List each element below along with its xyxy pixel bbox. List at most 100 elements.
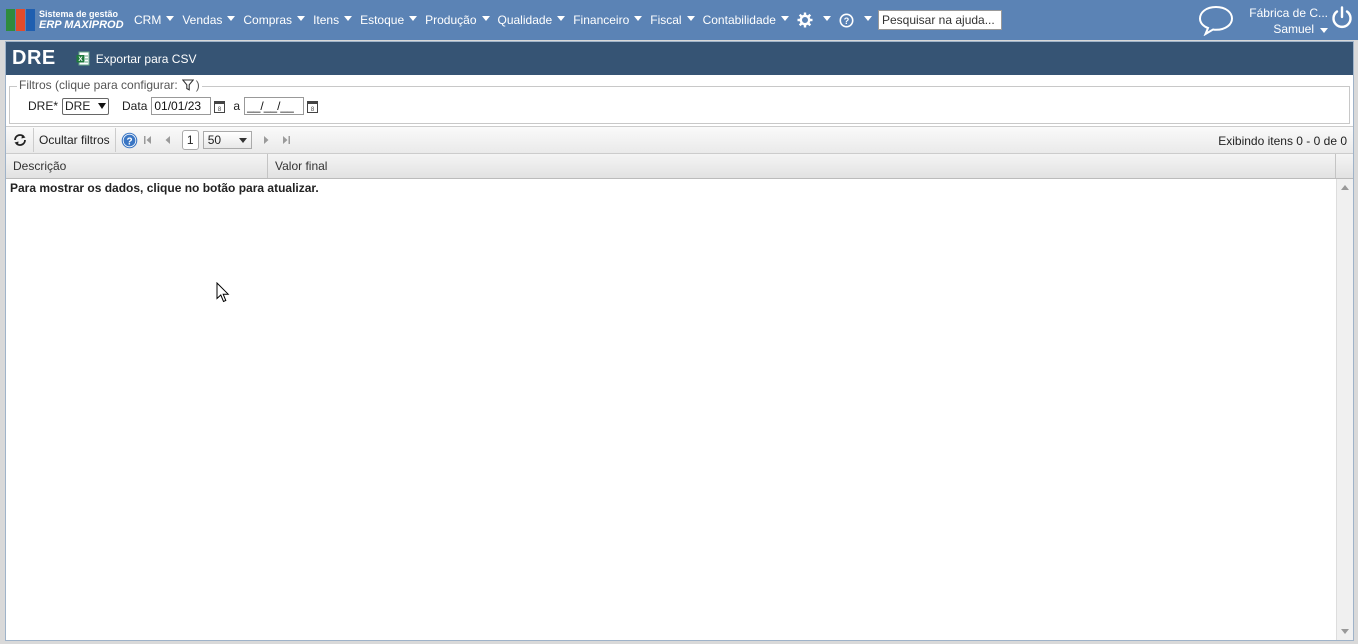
chevron-down-icon bbox=[238, 137, 247, 143]
caret-down-icon bbox=[166, 16, 175, 21]
grid-header: Descrição Valor final bbox=[6, 154, 1353, 179]
main-panel: DRE X Exportar para CSV Filtros (clique … bbox=[5, 41, 1354, 641]
user-name: Samuel bbox=[1273, 22, 1314, 36]
account-menu[interactable]: Fábrica de C... Samuel bbox=[1240, 5, 1328, 37]
menu-label: Produção bbox=[425, 13, 477, 27]
user-name-row: Samuel bbox=[1240, 21, 1328, 37]
refresh-button[interactable] bbox=[12, 133, 28, 147]
caret-down-icon bbox=[686, 16, 695, 21]
menu-compras[interactable]: Compras bbox=[243, 13, 306, 27]
caret-down-icon bbox=[780, 16, 789, 21]
menu-producao[interactable]: Produção bbox=[425, 13, 490, 27]
filters-legend-close: ) bbox=[195, 78, 200, 92]
filter-row: DRE* DRE Data 01/01/23 8 a __/__/__ 8 bbox=[28, 97, 326, 115]
help-circle-icon: ? bbox=[839, 13, 854, 27]
mouse-pointer-icon bbox=[216, 282, 230, 303]
toolbar-divider bbox=[114, 128, 116, 152]
last-page-icon bbox=[282, 136, 290, 144]
export-csv-label: Exportar para CSV bbox=[95, 51, 197, 66]
menu-label: Compras bbox=[243, 13, 293, 27]
menu-estoque[interactable]: Estoque bbox=[360, 13, 418, 27]
filters-legend[interactable]: Filtros (clique para configurar: ) bbox=[17, 78, 202, 92]
menu-fiscal[interactable]: Fiscal bbox=[650, 13, 695, 27]
dre-label: DRE* bbox=[28, 99, 59, 113]
caret-down-icon bbox=[409, 16, 418, 21]
calendar-icon[interactable]: 8 bbox=[307, 100, 319, 113]
menu-label: Estoque bbox=[360, 13, 405, 27]
toolbar-divider bbox=[33, 128, 34, 152]
dre-select-value: DRE bbox=[65, 99, 91, 113]
filters-panel: Filtros (clique para configurar: ) DRE* … bbox=[9, 78, 1350, 124]
column-header-descricao[interactable]: Descrição bbox=[6, 154, 268, 178]
caret-down-icon bbox=[863, 16, 872, 21]
page-title: DRE bbox=[12, 47, 56, 69]
logo-mark-icon bbox=[6, 9, 35, 31]
logo-text: Sistema de gestão ERP MAXIPROD bbox=[39, 9, 124, 31]
item-count-label: Exibindo itens 0 - 0 de 0 bbox=[1218, 134, 1347, 148]
company-name: Fábrica de C... bbox=[1249, 6, 1328, 20]
menu-itens[interactable]: Itens bbox=[313, 13, 353, 27]
date-from-input[interactable]: 01/01/23 bbox=[151, 97, 212, 115]
caret-down-icon bbox=[481, 16, 490, 21]
svg-text:?: ? bbox=[844, 16, 850, 26]
date-to-input[interactable]: __/__/__ bbox=[244, 97, 305, 115]
caret-down-icon bbox=[344, 16, 353, 21]
menu-settings[interactable] bbox=[797, 12, 831, 28]
grid-toolbar: Ocultar filtros ? 1 50 Exibindo itens 0 … bbox=[6, 126, 1353, 154]
caret-down-icon bbox=[1320, 28, 1328, 33]
date-separator: a bbox=[233, 99, 241, 113]
menu-vendas[interactable]: Vendas bbox=[182, 13, 236, 27]
svg-text:?: ? bbox=[126, 136, 132, 147]
menu-qualidade[interactable]: Qualidade bbox=[498, 13, 566, 27]
help-search-input[interactable] bbox=[877, 10, 1002, 30]
logo[interactable]: Sistema de gestão ERP MAXIPROD bbox=[6, 9, 126, 31]
dre-select[interactable]: DRE bbox=[62, 97, 110, 115]
power-icon[interactable] bbox=[1331, 6, 1353, 30]
last-page-button[interactable] bbox=[279, 133, 293, 147]
chat-bubble-icon[interactable] bbox=[1198, 4, 1234, 36]
per-page-value: 50 bbox=[207, 133, 222, 147]
menu-crm[interactable]: CRM bbox=[134, 13, 175, 27]
next-page-button[interactable] bbox=[259, 133, 273, 147]
page-header: DRE X Exportar para CSV bbox=[6, 42, 1353, 75]
menu-label: CRM bbox=[134, 13, 162, 27]
logo-title: ERP MAXIPROD bbox=[39, 19, 124, 31]
per-page-select[interactable]: 50 bbox=[202, 131, 252, 149]
next-page-icon bbox=[263, 136, 269, 144]
grid-body: Para mostrar os dados, clique no botão p… bbox=[6, 179, 1353, 640]
top-bar: Sistema de gestão ERP MAXIPROD CRM Venda… bbox=[0, 0, 1358, 40]
empty-grid-message: Para mostrar os dados, clique no botão p… bbox=[10, 181, 319, 195]
funnel-icon[interactable] bbox=[181, 79, 194, 91]
prev-page-button[interactable] bbox=[161, 133, 175, 147]
help-button[interactable]: ? bbox=[121, 132, 138, 149]
caret-down-icon bbox=[634, 16, 643, 21]
caret-down-icon bbox=[822, 16, 831, 21]
menu-label: Qualidade bbox=[497, 13, 553, 27]
column-header-valor-final[interactable]: Valor final bbox=[268, 154, 1336, 178]
hide-filters-button[interactable]: Ocultar filtros bbox=[39, 133, 110, 147]
scroll-up-icon[interactable] bbox=[1341, 185, 1349, 190]
main-menu: CRM Vendas Compras Itens Estoque Produçã… bbox=[126, 0, 1002, 40]
chevron-down-icon bbox=[98, 103, 107, 109]
svg-text:X: X bbox=[78, 56, 83, 63]
column-header-filler bbox=[1336, 154, 1353, 178]
scroll-down-icon[interactable] bbox=[1341, 629, 1349, 634]
menu-label: Financeiro bbox=[573, 13, 630, 27]
menu-label: Itens bbox=[313, 13, 340, 27]
date-label: Data bbox=[122, 99, 148, 113]
menu-contabilidade[interactable]: Contabilidade bbox=[703, 13, 789, 27]
prev-page-icon bbox=[165, 136, 170, 144]
export-csv-button[interactable]: X Exportar para CSV bbox=[76, 51, 197, 66]
current-page-input[interactable]: 1 bbox=[181, 130, 199, 150]
first-page-icon bbox=[143, 136, 151, 144]
first-page-button[interactable] bbox=[141, 133, 155, 147]
calendar-icon[interactable]: 8 bbox=[214, 100, 226, 113]
menu-help[interactable]: ? bbox=[839, 13, 872, 28]
vertical-scrollbar[interactable] bbox=[1336, 179, 1353, 640]
filters-legend-text: Filtros (clique para configurar: bbox=[19, 78, 178, 92]
menu-label: Vendas bbox=[182, 13, 223, 27]
caret-down-icon bbox=[227, 16, 236, 21]
menu-label: Contabilidade bbox=[702, 13, 776, 27]
menu-label: Fiscal bbox=[650, 13, 682, 27]
menu-financeiro[interactable]: Financeiro bbox=[573, 13, 643, 27]
